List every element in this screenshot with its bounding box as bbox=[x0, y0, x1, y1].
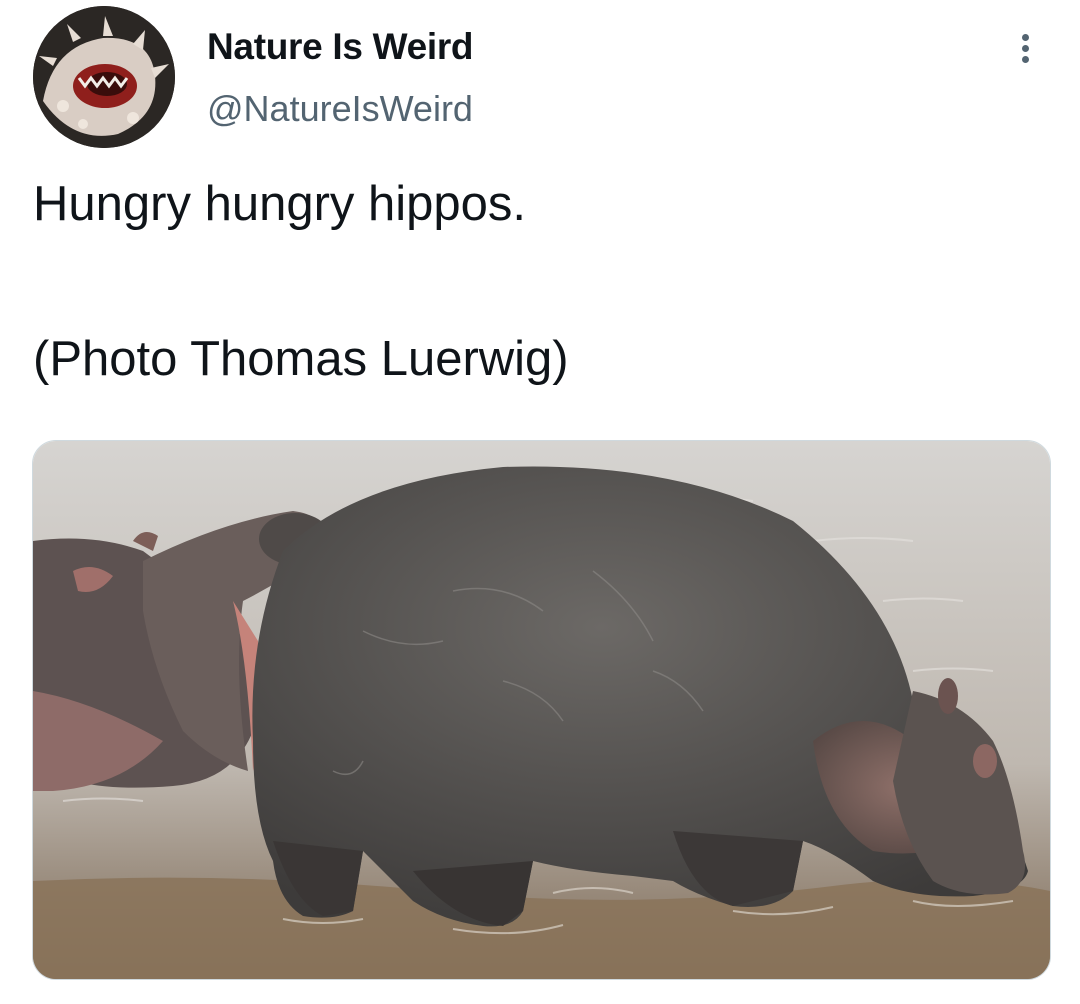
more-options-icon[interactable] bbox=[1006, 28, 1046, 68]
tweet-text-line-1: Hungry hungry hippos. bbox=[33, 177, 527, 231]
author-handle[interactable]: @NatureIsWeird bbox=[207, 88, 473, 130]
tweet-text-line-2: (Photo Thomas Luerwig) bbox=[33, 332, 569, 386]
tweet-photo[interactable] bbox=[32, 440, 1051, 980]
author-name[interactable]: Nature Is Weird bbox=[207, 26, 474, 68]
author-avatar[interactable] bbox=[33, 6, 175, 148]
